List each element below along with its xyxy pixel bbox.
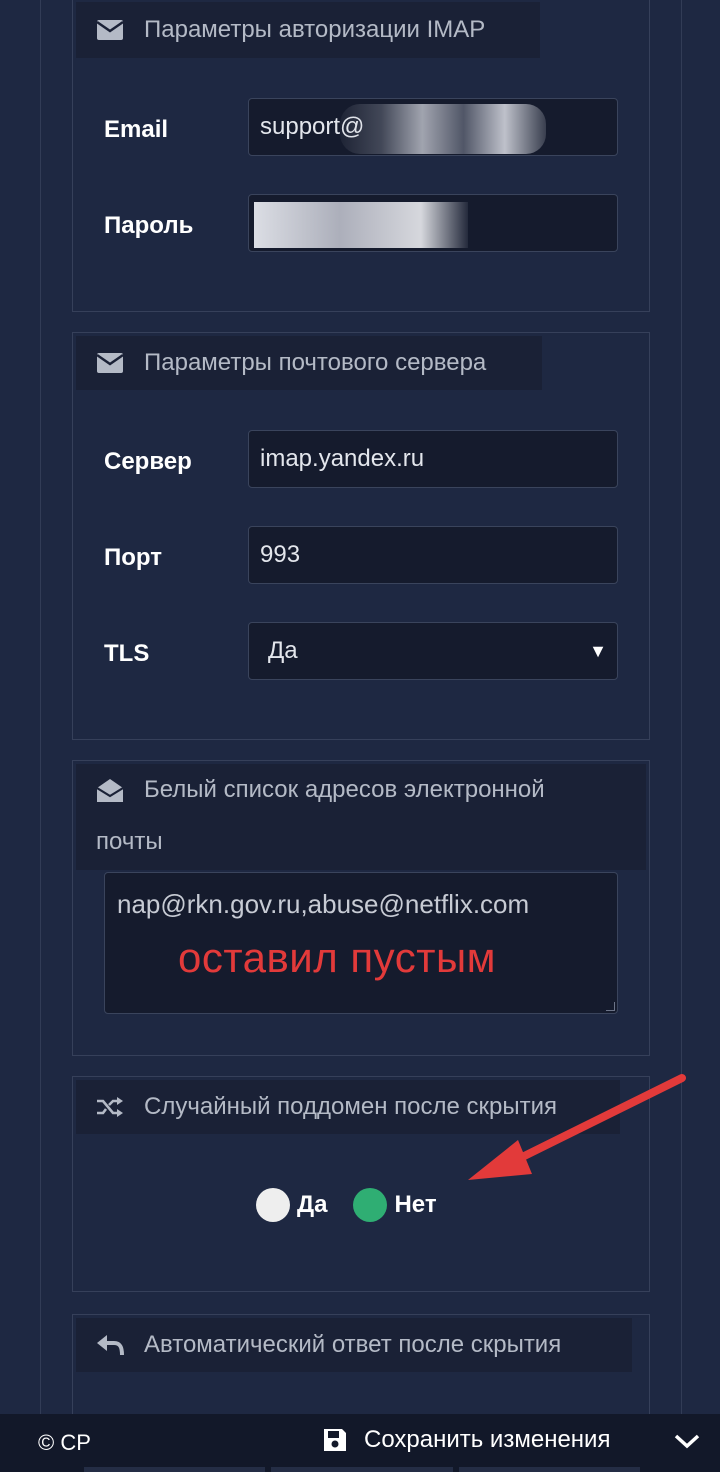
imap-auth-title: Параметры авторизации IMAP: [144, 16, 486, 43]
password-label: Пароль: [104, 212, 194, 239]
bottom-bar: © CP Сохранить изменения: [0, 1414, 720, 1472]
envelope-icon: [96, 349, 124, 377]
envelope-open-icon: [96, 776, 124, 804]
tls-label: TLS: [104, 640, 150, 667]
tabs-strip: [84, 1467, 640, 1472]
reply-icon: [96, 1331, 124, 1359]
email-label: Email: [104, 116, 169, 143]
port-label: Порт: [104, 544, 163, 571]
tls-value: Да: [268, 637, 298, 664]
server-field[interactable]: imap.yandex.ru: [248, 430, 618, 488]
mail-server-title: Параметры почтового сервера: [144, 349, 487, 376]
envelope-icon: [96, 16, 124, 44]
auto-reply-title: Автоматический ответ после скрытия: [144, 1331, 562, 1358]
copyright: © CP: [38, 1430, 91, 1455]
annotation-arrow: [468, 1074, 686, 1180]
shuffle-icon: [96, 1093, 124, 1121]
auto-reply-header: Автоматический ответ после скрытия: [76, 1318, 632, 1372]
whitelist-title-line2: почты: [96, 828, 163, 855]
dropdown-arrow-icon: ▼: [589, 641, 607, 661]
radio-no[interactable]: [353, 1188, 388, 1222]
server-value: imap.yandex.ru: [260, 445, 425, 472]
save-button[interactable]: Сохранить изменения: [322, 1426, 610, 1454]
radio-yes-label[interactable]: Да: [297, 1191, 327, 1219]
imap-auth-header: Параметры авторизации IMAP: [76, 2, 540, 58]
mail-server-header: Параметры почтового сервера: [76, 336, 542, 390]
server-label: Сервер: [104, 448, 192, 475]
save-label: Сохранить изменения: [364, 1426, 611, 1453]
whitelist-title-line1: Белый список адресов электронной: [144, 776, 545, 803]
redaction-blur-email: [340, 104, 546, 154]
resize-handle-icon[interactable]: [606, 1002, 615, 1011]
tls-select[interactable]: Да ▼: [248, 622, 618, 680]
random-subdomain-radio-group: Да Нет: [256, 1188, 437, 1222]
port-value: 993: [260, 541, 301, 568]
save-icon: [322, 1427, 348, 1453]
annotation-text: оставил пустым: [178, 934, 497, 981]
whitelist-header: Белый список адресов электронной почты: [76, 764, 646, 870]
chevron-down-icon[interactable]: [672, 1428, 702, 1454]
whitelist-value: nap@rkn.gov.ru,abuse@netflix.com: [117, 889, 530, 919]
radio-no-label[interactable]: Нет: [394, 1191, 436, 1219]
port-field[interactable]: 993: [248, 526, 618, 584]
radio-yes[interactable]: [256, 1188, 290, 1222]
redaction-blur-password: [254, 202, 468, 248]
